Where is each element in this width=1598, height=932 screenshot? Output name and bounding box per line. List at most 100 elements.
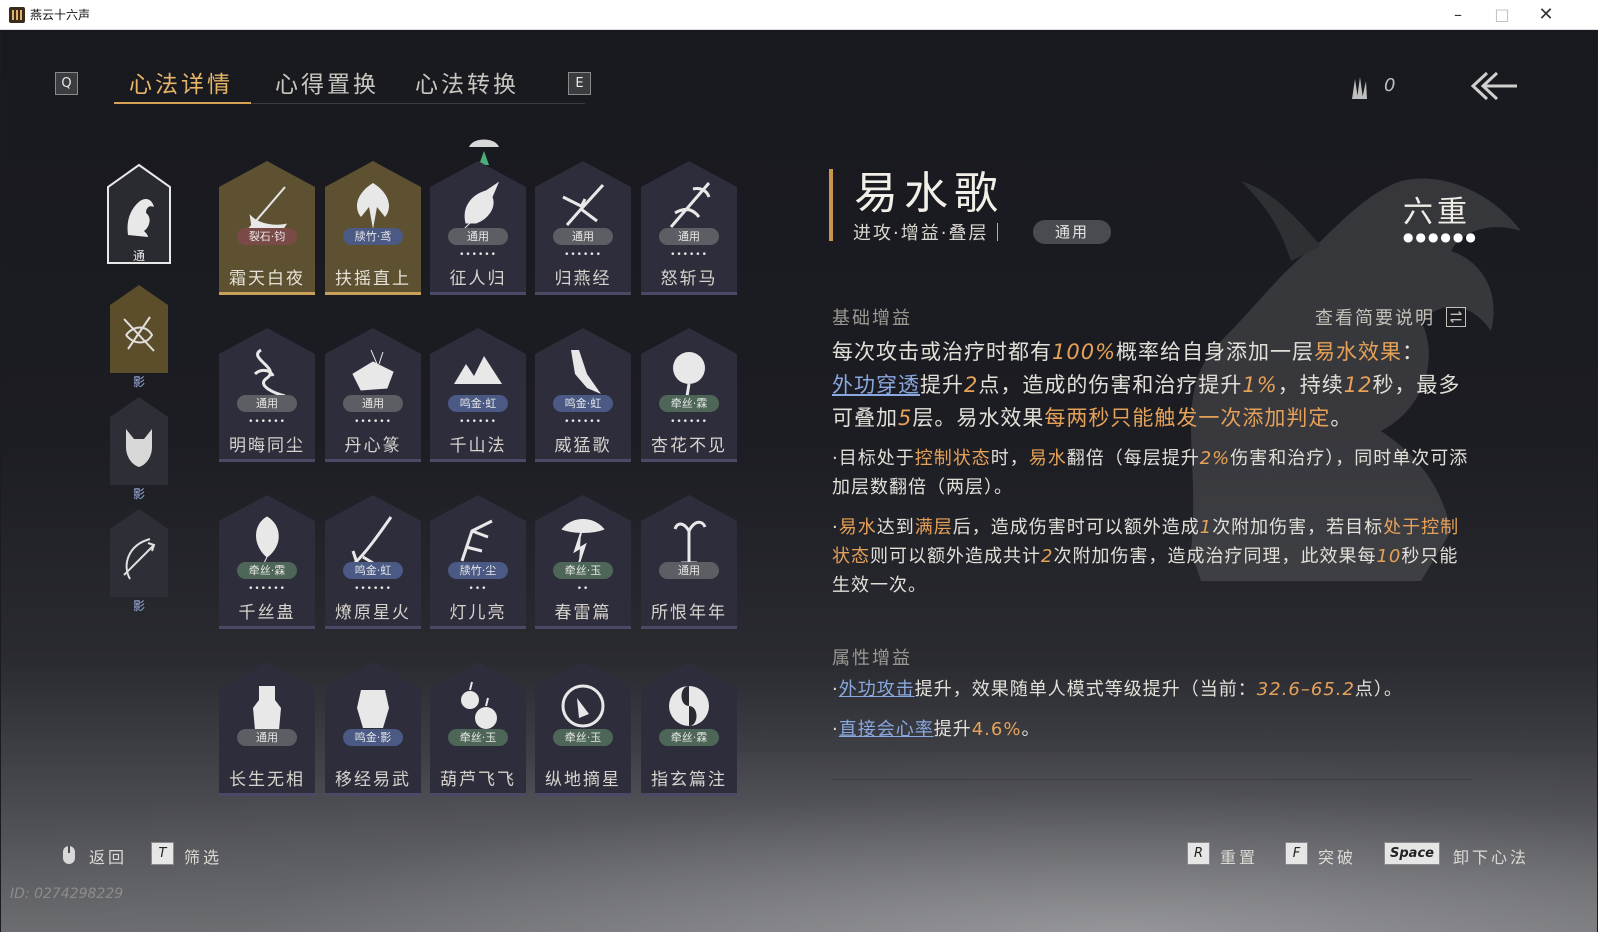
heart-method-card[interactable]: 鸣金·虹 •••••• 千山法 (430, 328, 526, 464)
card-tag: 牵丝·霖 (659, 729, 719, 746)
card-level-dots (325, 250, 421, 260)
toggle-icon[interactable] (1446, 307, 1466, 327)
heart-method-card[interactable]: 牍竹·鸢 扶摇直上 (325, 161, 421, 297)
heart-method-card[interactable]: 通用 •••••• 丹心篆 (325, 328, 421, 464)
window-titlebar: 燕云十六声 – □ ✕ (0, 0, 1598, 30)
card-name: 千丝蛊 (238, 603, 296, 623)
wolf-head-icon (126, 429, 152, 467)
heart-method-card[interactable]: 牵丝·霖 •••••• 杏花不见 (641, 328, 737, 464)
card-tag: 通用 (237, 729, 297, 746)
heart-method-card[interactable]: 牍竹·尘 ••• 灯儿亮 (430, 495, 526, 631)
tab-heart-method-details[interactable]: 心法详情 (129, 65, 233, 99)
heart-method-card[interactable]: 牵丝·玉 •• 春雷篇 (535, 495, 631, 631)
next-tab-key[interactable]: E (568, 72, 591, 95)
close-button[interactable]: ✕ (1524, 0, 1568, 30)
card-tag: 牍竹·尘 (448, 562, 508, 579)
school-item-shadow-1[interactable]: 影 (106, 283, 172, 389)
method-rank: 六重 (1403, 195, 1471, 230)
heart-method-card[interactable]: 牵丝·玉 葫芦飞飞 (430, 662, 526, 798)
school-item-shadow-2[interactable]: 影 (106, 395, 172, 501)
heart-method-card[interactable]: 通用 •••••• 怒斩马 (641, 161, 737, 297)
external-attack-gain: ·外功攻击提升，效果随单人模式等级提升（当前：32.6–65.2点）。 (832, 679, 1403, 700)
external-penetration-link[interactable]: 外功穿透 (832, 373, 920, 397)
rank-dots: ●●●●●● (1403, 230, 1478, 244)
heart-method-card[interactable]: 牵丝·玉 纵地摘星 (535, 662, 631, 798)
technique-art-icon (562, 183, 605, 226)
reset-action-label[interactable]: 重置 (1220, 844, 1258, 868)
technique-art-icon (248, 186, 288, 232)
technique-art-icon (461, 681, 497, 729)
reset-key[interactable]: R (1187, 842, 1210, 865)
card-name: 杏花不见 (651, 436, 727, 456)
card-name: 归燕经 (554, 269, 612, 289)
technique-art-icon (673, 352, 705, 397)
minimize-button[interactable]: – (1436, 0, 1480, 30)
technique-art-icon (561, 519, 605, 564)
heart-method-card[interactable]: 通用 •••••• 征人归 (430, 161, 526, 297)
external-attack-link[interactable]: 外功攻击 (839, 679, 915, 700)
prev-tab-key[interactable]: Q (55, 72, 78, 95)
tab-insight-swap[interactable]: 心得置换 (275, 65, 379, 99)
crit-rate-gain: ·直接会心率提升4.6%。 (832, 719, 1041, 740)
heart-method-card[interactable]: 通用 长生无相 (219, 662, 315, 798)
card-level-dots: ••• (468, 584, 488, 594)
technique-art-icon (351, 516, 393, 565)
breakthrough-key[interactable]: F (1285, 842, 1308, 865)
detail-divider (832, 779, 1472, 780)
card-level-dots: •••••• (354, 584, 392, 594)
breakthrough-action-label[interactable]: 突破 (1318, 844, 1356, 868)
card-name: 怒斩马 (660, 269, 718, 289)
technique-art-icon (669, 182, 711, 228)
heart-method-card[interactable]: 鸣金·虹 •••••• 燎原星火 (325, 495, 421, 631)
filter-key[interactable]: T (151, 842, 174, 865)
heart-method-card[interactable]: 鸣金·虹 •••••• 威猛歌 (535, 328, 631, 464)
heart-method-card[interactable]: 鸣金·影 移经易武 (325, 662, 421, 798)
heart-method-card[interactable]: 通用 所恨年年 (641, 495, 737, 631)
heart-method-card[interactable]: 裂石·钧 霜天白夜 (219, 161, 315, 297)
attribute-gain-label: 属性增益 (832, 648, 912, 669)
back-arrow-icon[interactable] (1469, 69, 1519, 103)
technique-art-icon (561, 684, 605, 728)
card-level-dots (641, 751, 737, 761)
school-item-shadow-3[interactable]: 影 (106, 507, 172, 613)
tab-heart-method-convert[interactable]: 心法转换 (415, 65, 519, 99)
card-name: 扶摇直上 (335, 269, 411, 289)
technique-art-icon (669, 686, 709, 726)
card-name: 灯儿亮 (449, 603, 507, 623)
school-tag: 通 (132, 249, 145, 263)
card-tag: 牵丝·霖 (659, 395, 719, 412)
bow-arrow-icon (123, 538, 156, 580)
card-level-dots: •••••• (248, 417, 286, 427)
active-tab-underline (114, 102, 251, 104)
control-state-effect: ·目标处于控制状态时，易水翻倍（每层提升2%伤害和治疗），同时单次可添加层数翻倍… (832, 448, 1469, 498)
heart-method-card[interactable]: 通用 •••••• 明晦同尘 (219, 328, 315, 464)
card-tag: 通用 (237, 395, 297, 412)
card-level-dots (535, 751, 631, 761)
window-title: 燕云十六声 (30, 8, 91, 22)
card-name: 千山法 (449, 436, 507, 456)
heart-method-card[interactable]: 牵丝·霖 •••••• 千丝蛊 (219, 495, 315, 631)
filter-action-label[interactable]: 筛选 (184, 844, 222, 868)
card-name: 霜天白夜 (229, 269, 305, 289)
unload-action-label[interactable]: 卸下心法 (1453, 844, 1529, 868)
base-gain-description: 每次攻击或治疗时都有100%概率给自身添加一层易水效果： 外功穿透提升2点，造成… (832, 340, 1461, 430)
heart-method-card[interactable]: 通用 •••••• 归燕经 (535, 161, 631, 297)
card-name: 葫芦飞飞 (440, 770, 516, 790)
card-level-dots: •••••• (248, 584, 286, 594)
mouse-icon (63, 846, 75, 864)
card-level-dots: •••••• (564, 250, 602, 260)
card-tag: 通用 (659, 228, 719, 245)
direct-crit-link[interactable]: 直接会心率 (839, 719, 934, 740)
heart-method-card[interactable]: 牵丝·霖 指玄篇注 (641, 662, 737, 798)
card-tag: 通用 (659, 562, 719, 579)
school-item-general[interactable]: 通 (106, 163, 172, 264)
brief-toggle-label[interactable]: 查看简要说明 (1315, 304, 1435, 330)
maximize-button[interactable]: □ (1480, 0, 1524, 30)
technique-art-icon (253, 348, 286, 398)
technique-art-icon (673, 520, 707, 565)
technique-art-icon (352, 349, 394, 391)
feather-currency-icon (1352, 77, 1367, 99)
unload-key[interactable]: Space (1384, 842, 1440, 865)
back-action-label[interactable]: 返回 (89, 844, 127, 868)
school-tag: 影 (132, 375, 145, 389)
